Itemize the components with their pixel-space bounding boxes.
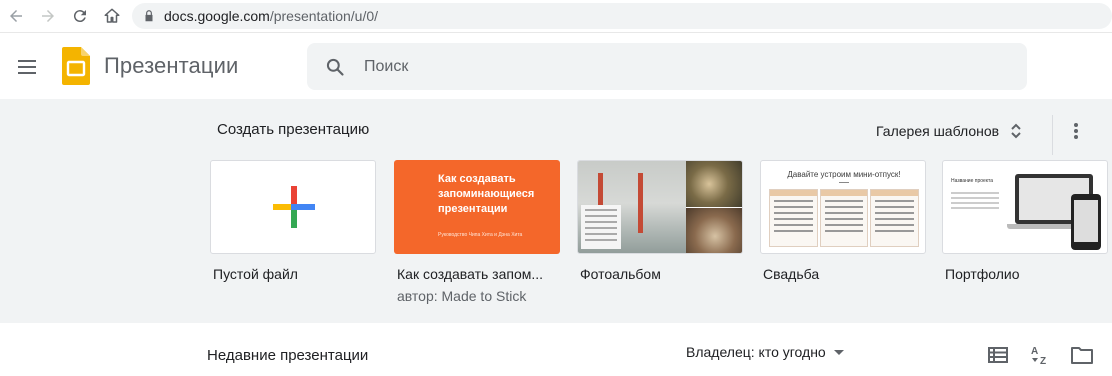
photo-caption: [581, 205, 621, 249]
folder-icon: [1071, 347, 1093, 364]
reload-icon: [73, 10, 86, 23]
wedding-columns: [769, 189, 920, 247]
open-file-picker-button[interactable]: [1066, 339, 1098, 371]
more-vert-icon: [1074, 123, 1078, 139]
recent-section: Недавние презентации Владелец: кто угодн…: [0, 323, 1112, 376]
svg-text:Z: Z: [1040, 356, 1046, 366]
template-label: Пустой файл: [213, 266, 298, 282]
unfold-icon: [1011, 123, 1021, 139]
address-bar[interactable]: docs.google.com/presentation/u/0/: [132, 3, 1112, 29]
thumb-subtitle: Руководство Чипа Хита и Дэна Хита: [438, 232, 523, 238]
search-input[interactable]: [364, 57, 964, 76]
sort-button[interactable]: A Z: [1024, 339, 1056, 371]
thumb-title: Название проекта: [951, 178, 994, 184]
lock-icon: [145, 10, 153, 22]
section-title: Создать презентацию: [217, 121, 370, 138]
template-label: Как создавать запом...: [397, 266, 544, 282]
list-view-button[interactable]: [982, 339, 1014, 371]
template-card-blank[interactable]: Пустой файл: [210, 160, 376, 282]
sort-az-icon: A Z: [1031, 346, 1046, 366]
hamburger-menu-icon: [18, 60, 36, 74]
app-header: Презентации: [0, 33, 1112, 99]
template-label: Фотоальбом: [580, 266, 661, 282]
app-title[interactable]: Презентации: [104, 53, 238, 79]
url-path: /presentation/u/0/: [269, 8, 379, 24]
plant-photo: [686, 161, 742, 207]
slides-logo-icon[interactable]: [62, 47, 90, 85]
owner-filter-label: Владелец: кто угодно: [686, 344, 826, 360]
arrow-right-icon: [42, 10, 54, 22]
template-card-made-to-stick[interactable]: Как создавать запоминающиеся презентации…: [394, 160, 560, 304]
arrow-left-icon: [10, 10, 22, 22]
search-bar[interactable]: [307, 43, 1027, 90]
table-photo: [686, 208, 742, 253]
home-button[interactable]: [96, 0, 128, 33]
caret-down-icon: [833, 350, 844, 355]
template-thumbnail[interactable]: Как создавать запоминающиеся презентации…: [394, 160, 560, 254]
search-icon[interactable]: [323, 55, 347, 79]
thumb-title: Как создавать запоминающиеся презентации: [438, 173, 535, 215]
template-thumbnail[interactable]: [577, 160, 743, 254]
list-view-icon: [988, 347, 1008, 363]
more-options-button[interactable]: [1062, 117, 1090, 145]
template-thumbnail[interactable]: Давайте устроим мини-отпуск!: [760, 160, 926, 254]
template-thumbnail[interactable]: Название проекта: [942, 160, 1108, 254]
template-author: автор: Made to Stick: [397, 288, 527, 304]
template-card-photo-album[interactable]: Фотоальбом: [577, 160, 743, 282]
home-icon: [104, 8, 120, 23]
template-label: Портфолио: [945, 266, 1020, 282]
template-thumbnail[interactable]: [210, 160, 376, 254]
browser-toolbar: docs.google.com/presentation/u/0/: [0, 0, 1112, 33]
gallery-label: Галерея шаблонов: [876, 123, 1000, 139]
template-gallery-button[interactable]: Галерея шаблонов: [866, 117, 1033, 145]
divider: [1052, 115, 1053, 155]
template-card-portfolio[interactable]: Название проекта Портфолио: [942, 160, 1108, 282]
forward-button[interactable]: [32, 0, 64, 33]
bridge-photo: [578, 161, 686, 253]
owner-filter-dropdown[interactable]: Владелец: кто угодно: [686, 344, 844, 360]
template-section: Создать презентацию Галерея шаблонов Пус…: [0, 99, 1112, 323]
template-card-wedding[interactable]: Давайте устроим мини-отпуск! Свадьба: [760, 160, 926, 282]
main-menu-button[interactable]: [14, 53, 42, 81]
back-button[interactable]: [0, 0, 32, 33]
recent-title: Недавние презентации: [207, 347, 369, 364]
plus-icon: [273, 186, 315, 228]
url-host: docs.google.com: [164, 8, 270, 24]
reload-button[interactable]: [64, 0, 96, 33]
svg-text:A: A: [1031, 346, 1038, 357]
thumb-title: Давайте устроим мини-отпуск!: [787, 170, 901, 179]
phone-image: [1071, 194, 1101, 250]
template-label: Свадьба: [763, 266, 820, 282]
